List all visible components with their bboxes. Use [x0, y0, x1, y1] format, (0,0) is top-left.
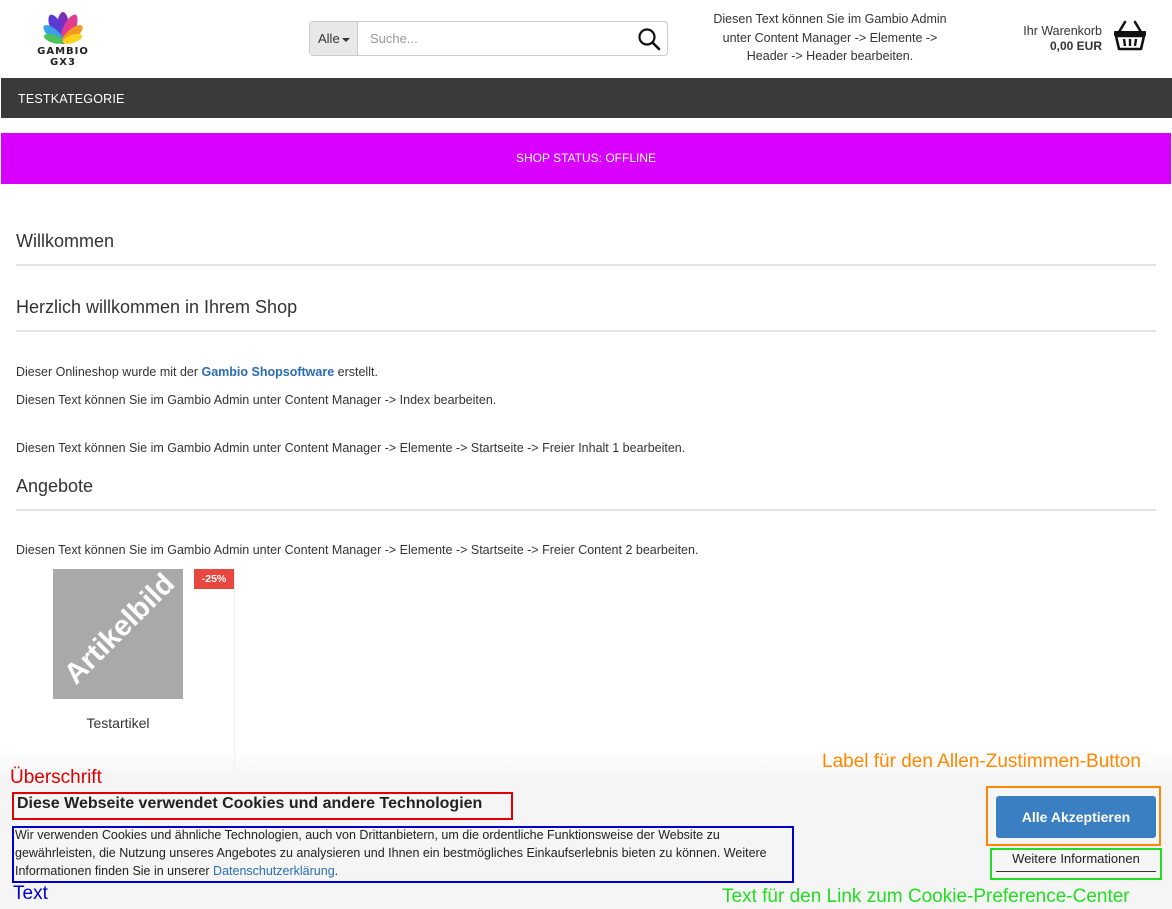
nav-item-testkategorie[interactable]: TESTKATEGORIE	[18, 78, 125, 120]
cart-label: Ihr Warenkorb	[1023, 24, 1102, 38]
annotation-accept-box	[986, 786, 1161, 846]
shop-status-banner: SHOP STATUS: OFFLINE	[1, 133, 1171, 184]
product-image-placeholder-text: Artikelbild	[58, 569, 182, 691]
caret-down-icon	[341, 37, 350, 42]
index-text: Diesen Text können Sie im Gambio Admin u…	[16, 393, 497, 407]
divider	[16, 264, 1156, 266]
search-input[interactable]	[360, 24, 630, 53]
header-info-line: unter Content Manager -> Elemente ->	[722, 30, 938, 45]
product-image[interactable]: Artikelbild	[53, 569, 183, 699]
offers-heading: Angebote	[16, 476, 94, 496]
cart-amount: 0,00 EUR	[1049, 39, 1102, 53]
intro-text-end: erstellt.	[334, 365, 378, 379]
intro-text: Dieser Onlineshop wurde mit der	[16, 365, 202, 379]
search-bar: Alle	[309, 21, 668, 56]
logo-text: GAMBIO GX3	[37, 46, 89, 68]
annotation-text-label: Text	[13, 883, 48, 904]
shop-welcome-heading: Herzlich willkommen in Ihrem Shop	[16, 297, 298, 317]
search-category-label: Alle	[318, 31, 340, 46]
gambio-shopsoftware-link[interactable]: Gambio Shopsoftware	[202, 365, 335, 379]
search-category-dropdown[interactable]: Alle	[310, 22, 358, 55]
site-header: GAMBIO GX3 Alle Diesen Text können Sie i…	[0, 0, 1172, 78]
lotus-logo-icon	[43, 12, 83, 45]
intro-paragraph: Dieser Onlineshop wurde mit der Gambio S…	[16, 365, 378, 379]
annotation-link-box	[990, 848, 1162, 880]
discount-badge: -25%	[194, 569, 234, 589]
header-info-text: Diesen Text können Sie im Gambio Admin u…	[700, 10, 960, 66]
search-button[interactable]	[637, 27, 661, 51]
shop-logo[interactable]: GAMBIO GX3	[22, 10, 104, 68]
shopping-basket-icon[interactable]	[1113, 19, 1147, 51]
cart-summary[interactable]: Ihr Warenkorb 0,00 EUR	[990, 24, 1102, 54]
product-name[interactable]: Testartikel	[16, 715, 220, 731]
divider	[16, 509, 1156, 511]
annotation-text-box	[12, 826, 794, 883]
welcome-heading: Willkommen	[16, 231, 115, 251]
divider	[16, 330, 1156, 332]
search-icon	[638, 28, 661, 51]
main-navigation: TESTKATEGORIE	[1, 78, 1172, 118]
free-content-1-text: Diesen Text können Sie im Gambio Admin u…	[16, 441, 686, 455]
header-info-line: Header -> Header bearbeiten.	[746, 49, 914, 63]
free-content-2-text: Diesen Text können Sie im Gambio Admin u…	[16, 543, 699, 557]
annotation-heading-label: Überschrift	[10, 767, 102, 788]
annotation-link-label: Text für den Link zum Cookie-Preference-…	[722, 886, 1130, 907]
annotation-accept-label: Label für den Allen-Zustimmen-Button	[822, 751, 1141, 772]
annotation-heading-box	[12, 792, 513, 820]
header-info-line: Diesen Text können Sie im Gambio Admin	[713, 12, 947, 26]
